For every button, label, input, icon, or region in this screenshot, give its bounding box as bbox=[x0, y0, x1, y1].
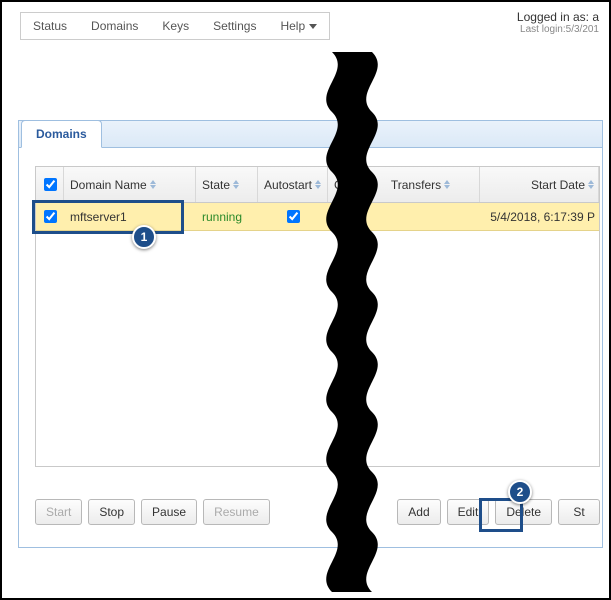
cell-domain-name: mftserver1 bbox=[64, 203, 196, 230]
autostart-checkbox[interactable] bbox=[287, 210, 300, 223]
sort-icon bbox=[444, 180, 450, 189]
resume-button[interactable]: Resume bbox=[203, 499, 270, 525]
row-checkbox[interactable] bbox=[44, 210, 57, 223]
logged-in-text: Logged in as: a bbox=[517, 10, 599, 24]
add-button[interactable]: Add bbox=[397, 499, 440, 525]
tab-domains[interactable]: Domains bbox=[21, 120, 102, 148]
col-start-date-label: Start Date bbox=[531, 178, 585, 192]
last-login-text: Last login:5/3/201 bbox=[517, 24, 599, 35]
menu-keys[interactable]: Keys bbox=[150, 13, 201, 39]
sort-icon bbox=[233, 180, 239, 189]
cell-autostart[interactable] bbox=[258, 203, 328, 230]
col-domain-name[interactable]: Domain Name bbox=[64, 167, 196, 202]
menu-status[interactable]: Status bbox=[21, 13, 79, 39]
st-button[interactable]: St bbox=[558, 499, 600, 525]
domains-table: Domain Name State Autostart C Transfers bbox=[35, 166, 600, 467]
col-autostart-label: Autostart bbox=[264, 178, 312, 192]
cell-start-date: 5/4/2018, 6:17:39 P bbox=[480, 203, 599, 230]
delete-button[interactable]: Delete bbox=[495, 499, 552, 525]
col-truncated-label: C bbox=[334, 178, 343, 192]
col-state-label: State bbox=[202, 178, 230, 192]
top-menubar: Status Domains Keys Settings Help bbox=[20, 12, 330, 40]
col-autostart[interactable]: Autostart bbox=[258, 167, 328, 202]
button-row: Start Stop Pause Resume Add Edit Delete … bbox=[35, 499, 600, 525]
right-button-group: Add Edit Delete St bbox=[397, 499, 600, 525]
row-select[interactable] bbox=[36, 203, 64, 230]
domains-panel: Domain Name State Autostart C Transfers bbox=[18, 148, 603, 548]
cell-transfers bbox=[362, 203, 480, 230]
select-all-checkbox[interactable] bbox=[44, 178, 57, 191]
tab-strip: Domains bbox=[18, 120, 603, 148]
col-transfers[interactable]: Transfers bbox=[362, 167, 480, 202]
col-truncated[interactable]: C bbox=[328, 167, 362, 202]
stop-button[interactable]: Stop bbox=[88, 499, 135, 525]
col-transfers-label: Transfers bbox=[391, 178, 441, 192]
sort-icon bbox=[150, 180, 156, 189]
start-button[interactable]: Start bbox=[35, 499, 82, 525]
table-header: Domain Name State Autostart C Transfers bbox=[36, 167, 599, 203]
col-domain-name-label: Domain Name bbox=[70, 178, 147, 192]
edit-button[interactable]: Edit bbox=[447, 499, 490, 525]
menu-domains[interactable]: Domains bbox=[79, 13, 150, 39]
sort-icon bbox=[588, 180, 594, 189]
pause-button[interactable]: Pause bbox=[141, 499, 197, 525]
table-row[interactable]: mftserver1 running 5/4/2018, 6:17:39 P bbox=[36, 203, 599, 231]
sort-icon bbox=[315, 180, 321, 189]
chevron-down-icon bbox=[309, 24, 317, 29]
menu-settings[interactable]: Settings bbox=[201, 13, 268, 39]
col-state[interactable]: State bbox=[196, 167, 258, 202]
col-start-date[interactable]: Start Date bbox=[480, 167, 599, 202]
login-info: Logged in as: a Last login:5/3/201 bbox=[517, 10, 599, 35]
left-button-group: Start Stop Pause Resume bbox=[35, 499, 270, 525]
menu-help-label: Help bbox=[280, 19, 305, 33]
app-frame: Status Domains Keys Settings Help Logged… bbox=[0, 0, 611, 600]
col-select-all[interactable] bbox=[36, 167, 64, 202]
cell-state: running bbox=[196, 203, 258, 230]
cell-truncated bbox=[328, 203, 362, 230]
menu-help[interactable]: Help bbox=[268, 13, 329, 39]
